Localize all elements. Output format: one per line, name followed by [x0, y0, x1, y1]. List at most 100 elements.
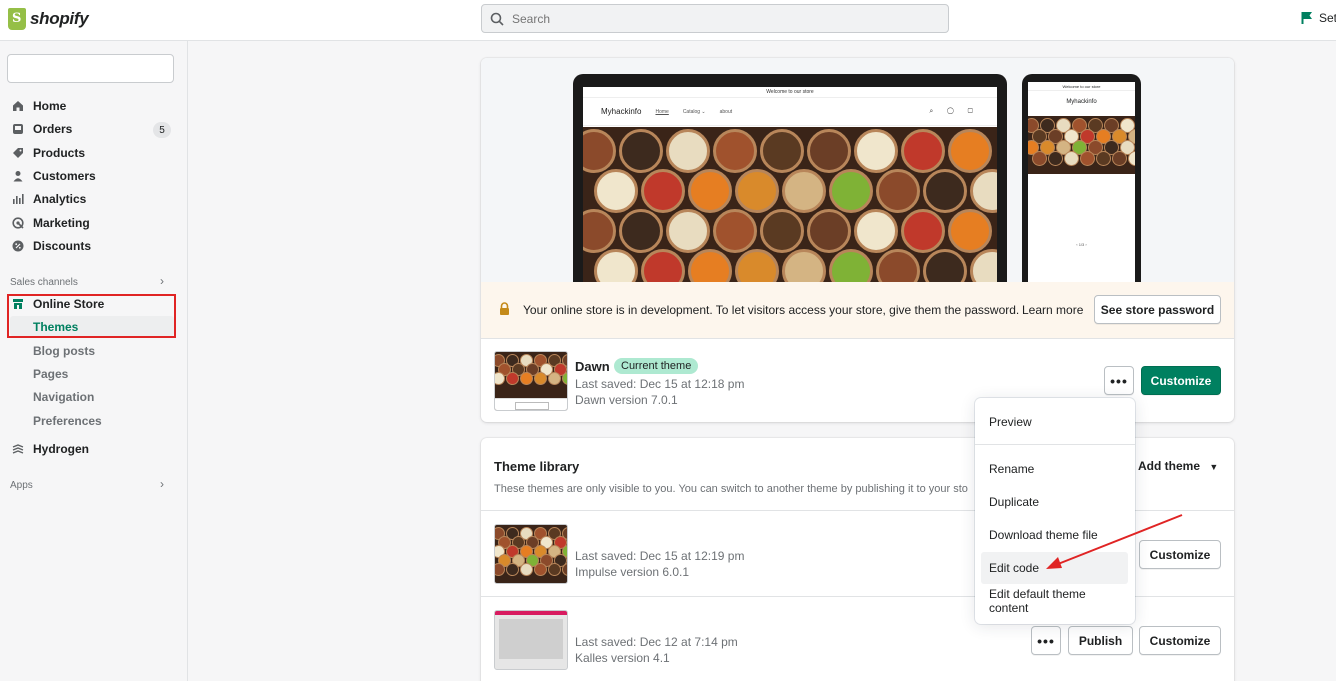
nut-bowl — [948, 129, 992, 173]
nut-bowl — [948, 209, 992, 253]
sidebar-subitem-blog-posts[interactable]: Blog posts — [33, 344, 95, 358]
sidebar-item-home[interactable]: Home — [0, 95, 188, 117]
nut-bowl — [1047, 151, 1063, 166]
store-header-icons: ⌕ ◯ ▢ — [929, 107, 979, 115]
orders-count-badge: 5 — [153, 122, 171, 138]
nut-bowl — [1063, 151, 1079, 166]
apps-chevron-icon[interactable]: › — [160, 477, 164, 491]
nut-bowl — [505, 372, 519, 385]
nut-bowl — [760, 209, 804, 253]
current-theme-card: Welcome to our store Myhackinfo Home Cat… — [481, 58, 1234, 422]
mobile-preview: Welcome to our store Myhackinfo ‹ 1/3 › — [1022, 74, 1141, 282]
theme-actions-button[interactable]: ••• — [1104, 366, 1134, 395]
theme-actions-button[interactable]: ••• — [1031, 626, 1061, 655]
development-message: Your online store is in development. To … — [523, 303, 1020, 317]
add-theme-button[interactable]: Add theme ▼ — [1138, 459, 1218, 473]
sidebar-item-label: Home — [33, 99, 67, 113]
orders-icon — [12, 123, 24, 135]
nut-bowl — [688, 169, 732, 213]
nut-bowl — [519, 563, 533, 576]
bar-chart-icon — [12, 193, 24, 205]
caret-down-icon: ▼ — [1209, 462, 1219, 472]
phone-announcement: Welcome to our store — [1028, 82, 1135, 91]
customize-button[interactable]: Customize — [1141, 366, 1221, 395]
nut-bowl — [666, 209, 710, 253]
nut-bowl — [901, 129, 945, 173]
sidebar-item-label: Hydrogen — [33, 442, 90, 456]
publish-button[interactable]: Publish — [1068, 626, 1133, 655]
nut-bowl — [547, 372, 561, 385]
sidebar-item-label: Online Store — [33, 297, 105, 311]
sidebar-item-marketing[interactable]: Marketing — [0, 212, 188, 234]
nut-bowl — [561, 563, 567, 576]
sidebar-item-discounts[interactable]: Discounts — [0, 235, 188, 257]
nut-bowl — [782, 249, 826, 282]
kalles-theme-thumbnail — [494, 610, 568, 670]
store-icon — [12, 298, 24, 310]
logo-text: shopify — [30, 9, 89, 28]
nut-bowl — [970, 249, 997, 282]
sidebar-item-online-store[interactable]: Online Store — [0, 293, 188, 315]
development-banner: Your online store is in development. To … — [481, 282, 1234, 338]
store-name: Myhackinfo — [601, 107, 642, 116]
learn-more-link[interactable]: Learn more — [1022, 303, 1083, 317]
phone-pagination: ‹ 1/3 › — [1076, 242, 1087, 247]
store-selector[interactable] — [7, 54, 174, 83]
nut-bowl — [666, 129, 710, 173]
sidebar-subitem-pages[interactable]: Pages — [33, 367, 68, 381]
menu-item-preview[interactable]: Preview — [981, 406, 1128, 438]
store-nav-catalog: Catalog ⌄ — [682, 108, 706, 115]
nut-bowl — [854, 209, 898, 253]
sidebar-item-products[interactable]: Products — [0, 142, 188, 164]
nut-bowl — [547, 563, 561, 576]
sidebar-subitem-themes[interactable]: Themes — [33, 320, 78, 334]
desktop-preview: Welcome to our store Myhackinfo Home Cat… — [573, 74, 1007, 282]
phone-store-name: Myhackinfo — [1066, 99, 1097, 105]
customize-button[interactable]: Customize — [1139, 540, 1221, 569]
tag-icon — [12, 147, 24, 159]
current-theme-name: Dawn — [575, 359, 610, 374]
nut-bowl — [807, 209, 851, 253]
nut-bowl — [901, 209, 945, 253]
nut-bowl — [495, 563, 505, 576]
menu-item-rename[interactable]: Rename — [981, 453, 1128, 485]
theme-preview: Welcome to our store Myhackinfo Home Cat… — [481, 58, 1234, 282]
target-icon — [12, 217, 24, 229]
nut-bowl — [495, 372, 505, 385]
shopify-logo[interactable]: shopify — [8, 8, 89, 30]
menu-item-download-theme-file[interactable]: Download theme file — [981, 519, 1128, 551]
nut-bowl — [1111, 151, 1127, 166]
menu-item-edit-code[interactable]: Edit code — [981, 552, 1128, 584]
library-theme-version: Impulse version 6.0.1 — [575, 565, 690, 579]
sidebar-subitem-preferences[interactable]: Preferences — [33, 414, 102, 428]
sidebar-item-label: Marketing — [33, 216, 90, 230]
sidebar-item-label: Products — [33, 146, 86, 160]
sales-channels-chevron-icon[interactable]: › — [160, 274, 164, 288]
menu-item-edit-default-theme-content[interactable]: Edit default theme content — [981, 585, 1128, 617]
menu-item-duplicate[interactable]: Duplicate — [981, 486, 1128, 518]
nut-bowl — [829, 169, 873, 213]
nut-bowl — [735, 249, 779, 282]
customize-button[interactable]: Customize — [1139, 626, 1221, 655]
nut-bowl — [561, 372, 567, 385]
nut-bowl — [876, 169, 920, 213]
dawn-theme-thumbnail — [494, 351, 568, 411]
impulse-theme-thumbnail — [494, 524, 568, 584]
sidebar-item-hydrogen[interactable]: Hydrogen — [0, 438, 188, 460]
nut-bowl — [688, 249, 732, 282]
library-theme-last-saved: Last saved: Dec 15 at 12:19 pm — [575, 549, 745, 563]
sidebar-item-analytics[interactable]: Analytics — [0, 188, 188, 210]
search-bar[interactable] — [481, 4, 949, 33]
sidebar: Home Orders 5 Products Customers Analyti… — [0, 41, 188, 681]
sidebar-subitem-navigation[interactable]: Navigation — [33, 390, 94, 404]
discount-icon — [12, 240, 24, 252]
nut-bowl — [519, 372, 533, 385]
search-input[interactable] — [512, 11, 912, 26]
nut-bowl — [583, 209, 616, 253]
person-icon — [12, 170, 24, 182]
sidebar-item-customers[interactable]: Customers — [0, 165, 188, 187]
setup-guide-link[interactable]: Set — [1301, 11, 1336, 25]
announcement-bar: Welcome to our store — [583, 87, 997, 98]
nut-bowl — [923, 249, 967, 282]
see-store-password-button[interactable]: See store password — [1094, 295, 1221, 324]
